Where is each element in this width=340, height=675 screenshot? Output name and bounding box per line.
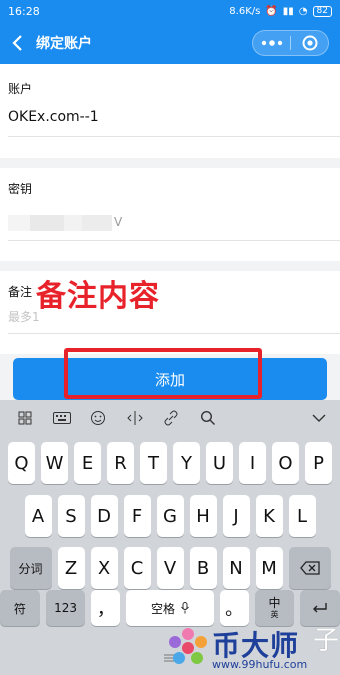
keyboard-switch-icon[interactable] — [51, 407, 73, 429]
watermark: 币大师 www.99hufu.com 子 — [160, 620, 340, 675]
key-h[interactable]: H — [189, 495, 217, 537]
key-r[interactable]: R — [107, 442, 134, 484]
backspace-key[interactable] — [288, 547, 331, 589]
key-q[interactable]: Q — [8, 442, 35, 484]
net-speed: 8.6K/s — [229, 5, 261, 17]
secret-field: 密钥 V — [0, 168, 340, 261]
collapse-keyboard-icon[interactable] — [308, 407, 330, 429]
key-c[interactable]: C — [123, 547, 151, 589]
key-p[interactable]: P — [305, 442, 332, 484]
close-miniprogram-button[interactable] — [291, 31, 328, 55]
key-v[interactable]: V — [156, 547, 184, 589]
target-icon — [302, 35, 317, 51]
key-z[interactable]: Z — [57, 547, 85, 589]
keyboard-row-2: ASDFGHJKL — [0, 495, 340, 537]
enter-icon — [313, 603, 327, 613]
fenci-key[interactable]: 分词 — [9, 547, 52, 589]
key-t[interactable]: T — [140, 442, 167, 484]
note-input[interactable]: 最多1 — [8, 308, 40, 325]
mini-program-capsule — [252, 30, 329, 56]
signal-icon: ▮▮ — [282, 5, 294, 17]
number-key[interactable]: 123 — [45, 590, 86, 626]
watermark-tail: 子 — [313, 626, 340, 656]
zh-label: 中 — [268, 596, 281, 610]
key-x[interactable]: X — [90, 547, 118, 589]
chevron-left-icon — [12, 35, 22, 51]
comma-key[interactable]: ， — [91, 590, 121, 626]
en-label: 英 — [270, 610, 279, 619]
key-b[interactable]: B — [189, 547, 217, 589]
annotation-note-content: 备注内容 — [36, 279, 160, 314]
key-y[interactable]: Y — [173, 442, 200, 484]
watermark-url: www.99hufu.com — [212, 658, 308, 671]
note-label: 备注 — [8, 285, 33, 299]
battery-icon: 82 — [312, 5, 332, 17]
key-u[interactable]: U — [206, 442, 233, 484]
status-time: 16:28 — [8, 4, 40, 18]
key-n[interactable]: N — [222, 547, 250, 589]
key-w[interactable]: W — [41, 442, 68, 484]
wifi-icon: ◔ — [298, 5, 308, 17]
back-button[interactable] — [0, 22, 36, 64]
key-e[interactable]: E — [74, 442, 101, 484]
symbol-key[interactable]: 符 — [0, 590, 40, 626]
microphone-icon — [181, 602, 189, 614]
secret-label: 密钥 — [8, 182, 33, 196]
add-button[interactable]: 添加 — [13, 358, 327, 400]
secret-value-suffix: V — [114, 215, 123, 229]
key-s[interactable]: S — [57, 495, 85, 537]
status-bar: 16:28 8.6K/s ⏰ ▮▮ ◔ 82 — [0, 0, 340, 22]
key-l[interactable]: L — [288, 495, 316, 537]
space-key-label: 空格 — [150, 601, 175, 616]
flower-logo-icon — [169, 628, 207, 664]
secret-input[interactable]: V — [8, 212, 148, 234]
key-j[interactable]: J — [222, 495, 250, 537]
grid-menu-icon[interactable] — [14, 407, 36, 429]
backspace-icon — [299, 561, 320, 575]
nav-header: 绑定账户 — [0, 22, 340, 64]
key-m[interactable]: M — [255, 547, 283, 589]
keyboard-row-1: QWERTYUIOP — [0, 442, 340, 484]
key-a[interactable]: A — [24, 495, 52, 537]
key-d[interactable]: D — [90, 495, 118, 537]
emoji-icon[interactable] — [87, 407, 109, 429]
cursor-move-icon[interactable] — [124, 407, 146, 429]
key-i[interactable]: I — [239, 442, 266, 484]
key-f[interactable]: F — [123, 495, 151, 537]
alarm-icon: ⏰ — [265, 5, 278, 17]
account-label: 账户 — [8, 82, 33, 96]
account-field: 账户 OKEx.com--1 — [0, 64, 340, 158]
link-icon[interactable] — [160, 407, 182, 429]
more-button[interactable] — [253, 31, 290, 55]
more-dots-icon — [261, 40, 282, 46]
keyboard-toolbar — [0, 400, 340, 436]
key-o[interactable]: O — [272, 442, 299, 484]
key-k[interactable]: K — [255, 495, 283, 537]
account-input[interactable]: OKEx.com--1 — [8, 109, 99, 125]
search-icon[interactable] — [197, 407, 219, 429]
keyboard-row-3: 分词 ZXCVBNM — [0, 547, 340, 589]
key-g[interactable]: G — [156, 495, 184, 537]
